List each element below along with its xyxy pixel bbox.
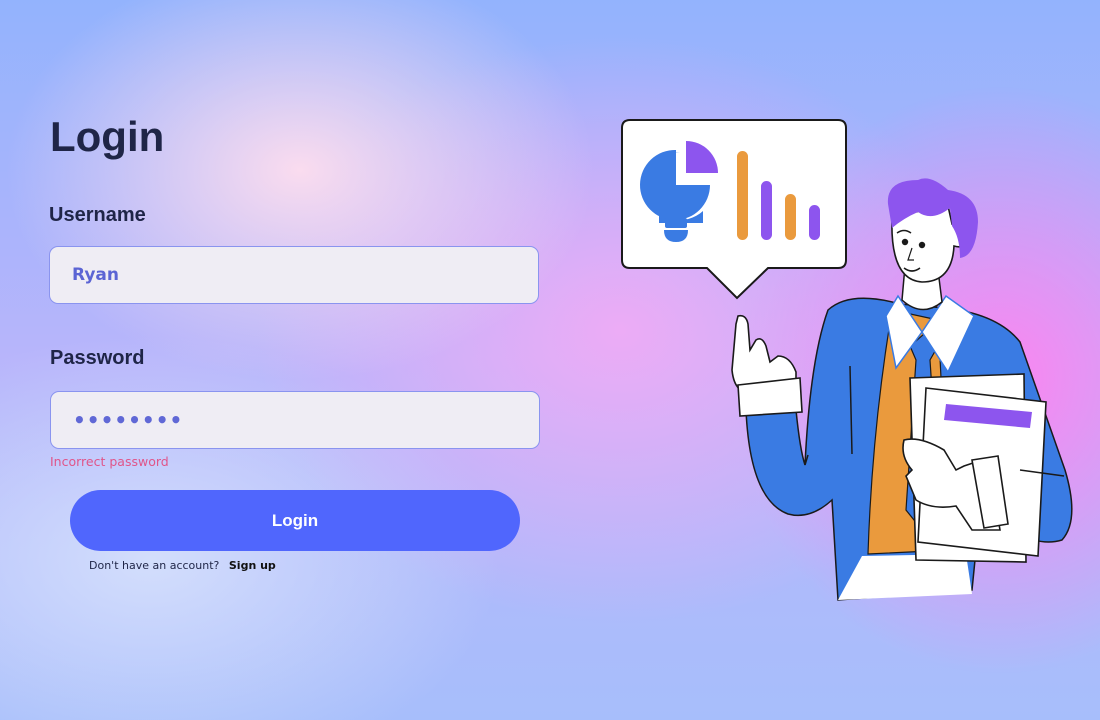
password-error-message: Incorrect password: [50, 454, 169, 469]
password-input[interactable]: [50, 391, 540, 449]
login-button[interactable]: Login: [70, 490, 520, 551]
businessman-presenting-chart-illustration: [621, 119, 1073, 601]
signup-prompt: Don't have an account?: [89, 559, 220, 572]
signup-link[interactable]: Sign up: [229, 559, 276, 572]
signup-row: Don't have an account? Sign up: [89, 559, 276, 572]
page-title: Login: [50, 113, 165, 160]
password-label: Password: [50, 347, 145, 369]
login-page: Login Username Password Incorrect passwo…: [0, 0, 1100, 720]
username-input[interactable]: [49, 246, 539, 304]
username-label: Username: [49, 204, 146, 226]
